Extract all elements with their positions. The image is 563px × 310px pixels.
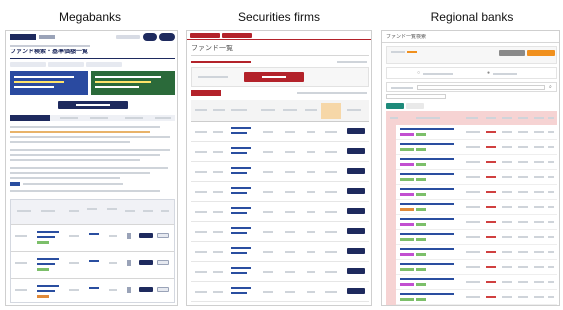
- table-row[interactable]: [11, 279, 174, 303]
- megabank-logo: [10, 34, 36, 40]
- table-header: [386, 111, 557, 125]
- header-link-button[interactable]: [116, 35, 140, 39]
- radio-row: ○ ●: [386, 67, 557, 79]
- top-tab-2[interactable]: [222, 33, 252, 38]
- table-row[interactable]: [191, 222, 369, 242]
- notice-line: [10, 177, 120, 179]
- table-row[interactable]: [11, 252, 174, 278]
- page-title: ファンド一覧検索: [386, 34, 427, 40]
- header-login-button[interactable]: [143, 33, 157, 41]
- regional-banks-label: Regional banks: [430, 10, 514, 24]
- table-header: [11, 200, 174, 224]
- table-row[interactable]: [386, 140, 557, 155]
- table-row[interactable]: [191, 122, 369, 142]
- search-button[interactable]: [527, 50, 555, 56]
- detail-button[interactable]: [157, 287, 169, 292]
- table-row[interactable]: [191, 242, 369, 262]
- header-menu-button[interactable]: [159, 33, 175, 41]
- buy-button[interactable]: [139, 233, 153, 238]
- notice-highlight: [10, 131, 150, 133]
- sort-select[interactable]: [386, 94, 446, 99]
- notice-line: [23, 183, 123, 185]
- fund-table: [10, 199, 175, 303]
- securities-firms-label: Securities firms: [237, 10, 320, 24]
- table-row[interactable]: [386, 260, 557, 275]
- detail-button[interactable]: [157, 260, 169, 265]
- table-row[interactable]: [386, 170, 557, 185]
- page-title: ファンド一覧: [191, 45, 233, 52]
- table-row[interactable]: [386, 230, 557, 245]
- page-title: ファンド検索・基準価額一覧: [10, 49, 89, 55]
- regional-screenshot: ファンド一覧検索 ○ ● ⌕: [381, 30, 560, 306]
- filter-button[interactable]: [499, 50, 525, 56]
- keyword-field[interactable]: ⌕: [386, 82, 557, 92]
- notice-line: [10, 149, 170, 151]
- table-row[interactable]: [191, 262, 369, 282]
- badge-icon: [10, 182, 20, 186]
- table-row[interactable]: [386, 125, 557, 140]
- logo-wordmark: [39, 35, 55, 39]
- notice-line: [10, 154, 160, 156]
- breadcrumb: [10, 45, 90, 47]
- search-meta: [337, 61, 367, 63]
- table-row[interactable]: [386, 200, 557, 215]
- megabanks-label: Megabanks: [58, 10, 122, 24]
- title-rule: [191, 55, 369, 56]
- table-row[interactable]: [386, 245, 557, 260]
- search-box: [191, 67, 369, 87]
- category-strip: [10, 115, 175, 121]
- fund-search-button[interactable]: [58, 101, 128, 109]
- search-heading: [191, 61, 251, 63]
- table-header: [191, 100, 369, 122]
- notice-line: [10, 190, 160, 192]
- title-rule: [382, 42, 559, 43]
- table-row[interactable]: [386, 215, 557, 230]
- notice-line: [10, 167, 168, 169]
- tab-2[interactable]: [48, 62, 84, 67]
- tab-3[interactable]: [86, 62, 122, 67]
- title-underline: [10, 58, 175, 59]
- table-row[interactable]: [191, 162, 369, 182]
- pager-text: [297, 92, 367, 94]
- notice-line: [10, 141, 130, 143]
- notice-line: [10, 136, 170, 138]
- notice-line: [10, 126, 160, 128]
- tab-1[interactable]: [10, 62, 46, 67]
- tab-inactive[interactable]: [406, 103, 424, 109]
- table-row[interactable]: [11, 225, 174, 251]
- radio-icon[interactable]: ●: [487, 71, 490, 76]
- table-row[interactable]: [191, 202, 369, 222]
- table-row[interactable]: [191, 142, 369, 162]
- table-row[interactable]: [386, 290, 557, 305]
- top-rule: [187, 39, 371, 40]
- radio-icon[interactable]: ○: [417, 71, 420, 76]
- detail-button[interactable]: [157, 233, 169, 238]
- search-submit-button[interactable]: [244, 72, 304, 82]
- filter-panel: [386, 46, 557, 64]
- notice-line: [10, 159, 140, 161]
- tab-active[interactable]: [386, 103, 404, 109]
- search-icon[interactable]: ⌕: [549, 85, 552, 90]
- table-row[interactable]: [191, 282, 369, 302]
- result-tab[interactable]: [191, 90, 221, 96]
- table-row[interactable]: [386, 275, 557, 290]
- securities-screenshot: ファンド一覧: [186, 30, 372, 306]
- table-row[interactable]: [386, 155, 557, 170]
- promo-banner-left[interactable]: [10, 71, 88, 95]
- top-tab-1[interactable]: [190, 33, 220, 38]
- megabank-screenshot: ファンド検索・基準価額一覧: [5, 30, 178, 306]
- buy-button[interactable]: [139, 287, 153, 292]
- table-row[interactable]: [386, 185, 557, 200]
- promo-banner-right[interactable]: [91, 71, 175, 95]
- notice-line: [10, 172, 150, 174]
- buy-button[interactable]: [139, 260, 153, 265]
- table-row[interactable]: [191, 182, 369, 202]
